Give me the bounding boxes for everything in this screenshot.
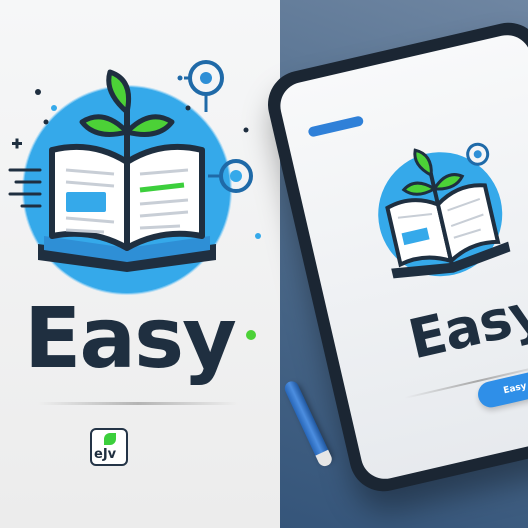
badge-label: eJv bbox=[94, 447, 117, 462]
app-badge: eJv bbox=[90, 428, 128, 466]
divider bbox=[38, 402, 238, 405]
tablet-wordmark: Easy bbox=[402, 279, 528, 372]
book-logo-illustration bbox=[8, 60, 261, 295]
sprout-icon bbox=[104, 433, 116, 445]
tablet-book-logo bbox=[378, 142, 511, 279]
brand-wordmark: Easy bbox=[24, 289, 237, 387]
accent-dot bbox=[246, 330, 256, 340]
tablet-header-pill bbox=[307, 115, 365, 138]
logo-panel: Easy eJv bbox=[0, 0, 280, 528]
open-book-icon bbox=[49, 143, 205, 251]
